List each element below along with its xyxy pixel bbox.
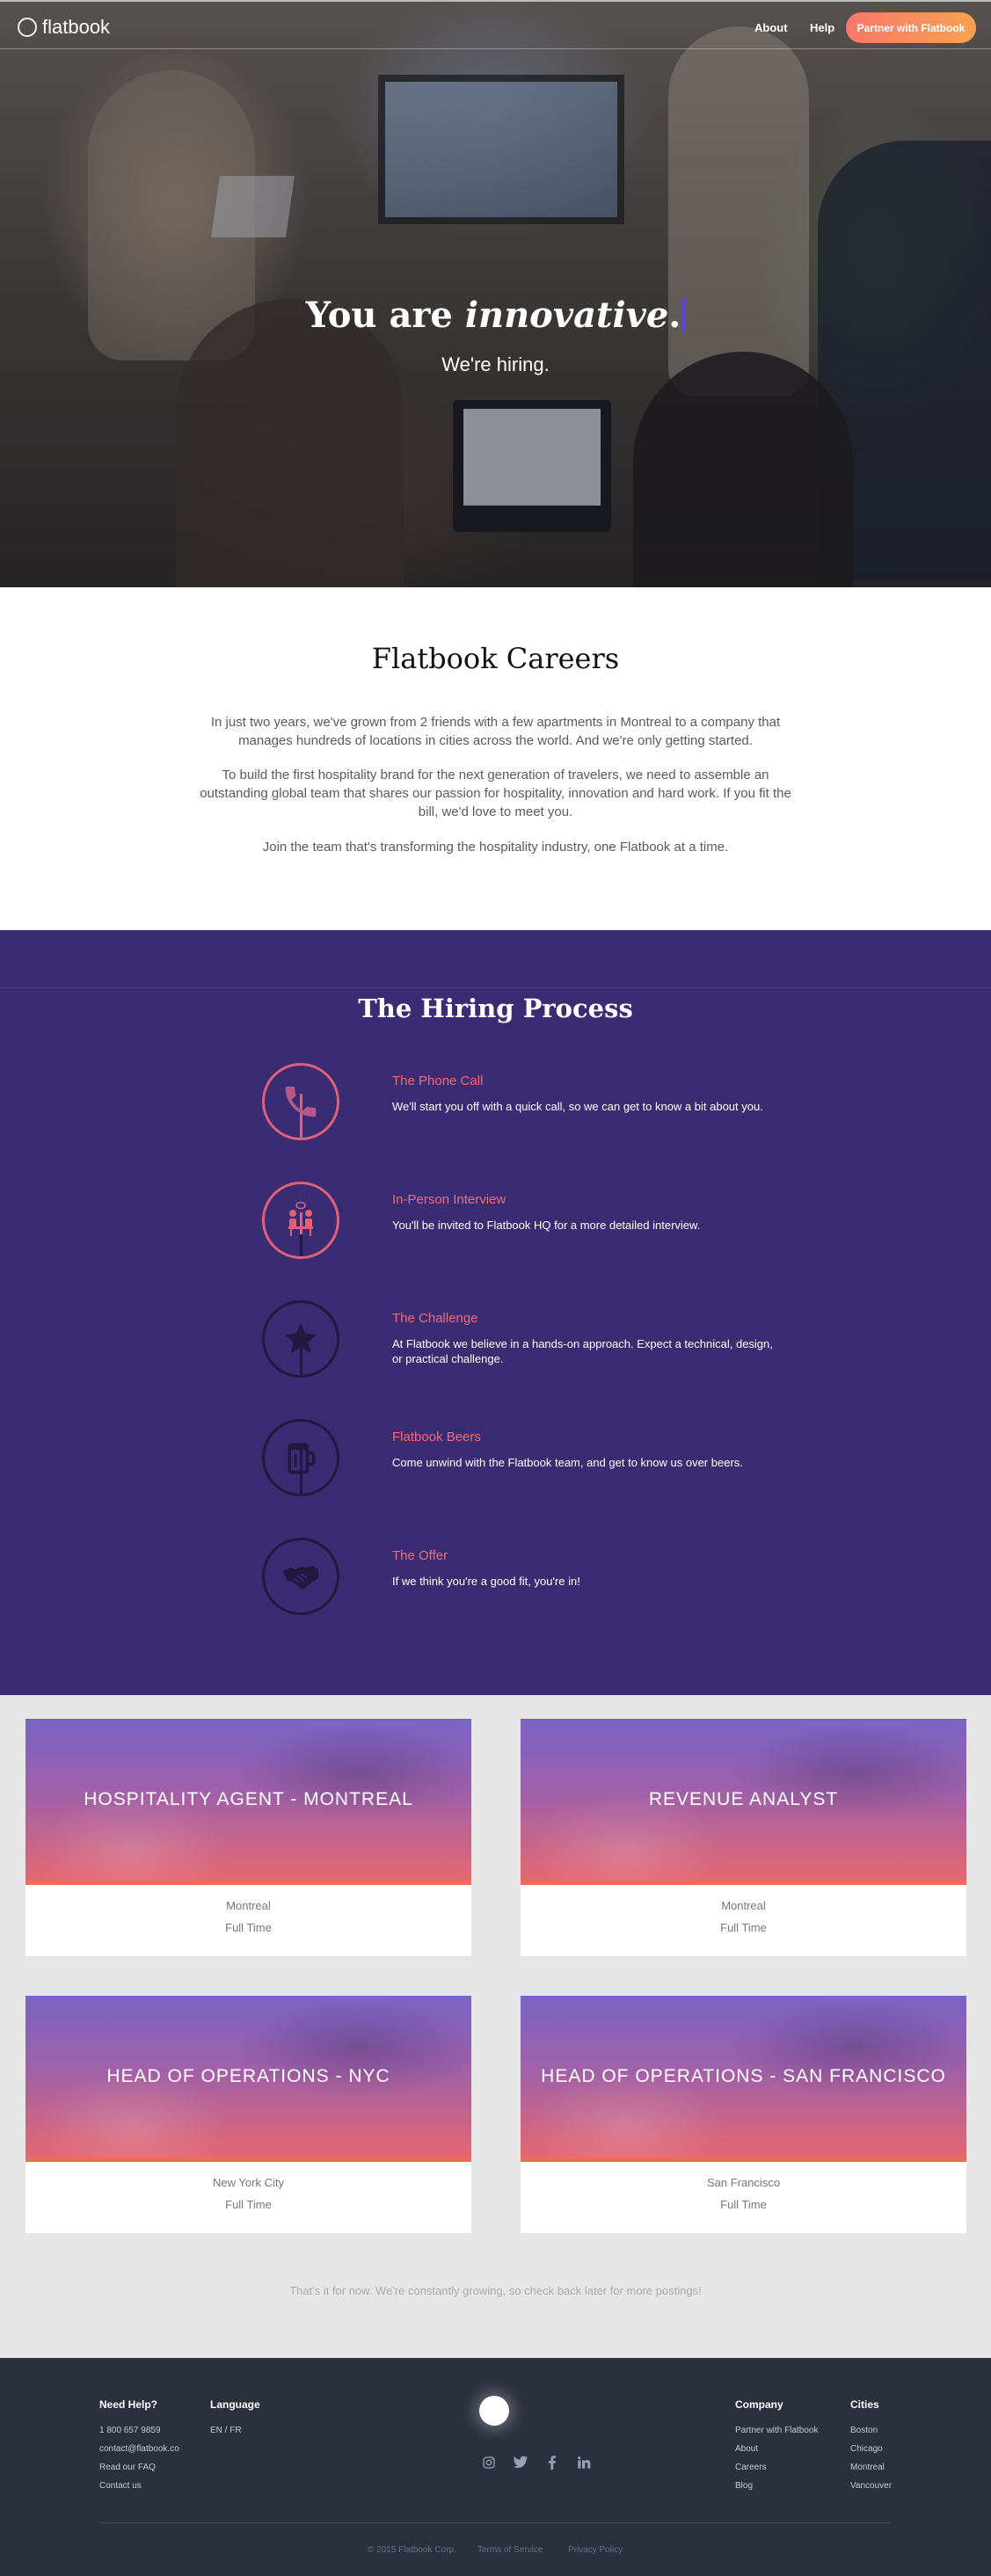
instagram-icon[interactable]	[481, 2455, 497, 2470]
interview-icon	[288, 1201, 313, 1236]
job-card[interactable]: REVENUE ANALYST Montreal Full Time	[521, 1719, 966, 1956]
partner-cta-button[interactable]: Partner with Flatbook	[846, 12, 976, 43]
star-icon	[284, 1322, 317, 1354]
logo-icon	[18, 18, 37, 37]
step-phone-circle	[262, 1063, 339, 1140]
job-type: Full Time	[225, 1921, 272, 1934]
nav-help-link[interactable]: Help	[810, 21, 834, 34]
footer-city-link[interactable]: Chicago	[850, 2444, 883, 2454]
hero-section: flatbook About Help Partner with Flatboo…	[0, 0, 991, 587]
footer-city-link[interactable]: Vancouver	[850, 2481, 892, 2491]
hero-title-prefix: You are	[305, 295, 465, 336]
step-description: We'll start you off with a quick call, s…	[392, 1100, 763, 1113]
footer-city-link[interactable]: Montreal	[850, 2463, 885, 2472]
step-title: The Challenge	[392, 1311, 478, 1326]
footer-about-link[interactable]: About	[735, 2444, 758, 2454]
hiring-title: The Hiring Process	[358, 993, 633, 1023]
step-title: The Phone Call	[392, 1073, 484, 1088]
hero-title-suffix: .	[668, 295, 681, 336]
step-beers-circle	[262, 1419, 339, 1496]
job-card[interactable]: HOSPITALITY AGENT - MONTREAL Montreal Fu…	[26, 1719, 471, 1956]
step-description: If we think you're a good fit, you're in…	[392, 1575, 580, 1588]
job-type: Full Time	[720, 2198, 767, 2211]
job-location: New York City	[213, 2176, 284, 2189]
copyright-text: © 2015 Flatbook Corp.	[368, 2545, 456, 2555]
nav-about-link[interactable]: About	[754, 21, 788, 34]
job-banner: HEAD OF OPERATIONS - SAN FRANCISCO	[521, 1996, 966, 2162]
footer-email-link[interactable]: contact@flatbook.co	[99, 2444, 179, 2454]
hero-overlay	[0, 0, 991, 587]
step-title: The Offer	[392, 1548, 448, 1563]
typing-cursor	[682, 297, 686, 332]
job-location: Montreal	[226, 1899, 271, 1912]
privacy-link[interactable]: Privacy Policy	[568, 2545, 623, 2555]
job-card[interactable]: HEAD OF OPERATIONS - SAN FRANCISCO San F…	[521, 1996, 966, 2233]
footer-help-heading: Need Help?	[99, 2398, 158, 2411]
job-postings-section: HOSPITALITY AGENT - MONTREAL Montreal Fu…	[0, 1695, 991, 2358]
hero-subtitle: We're hiring.	[441, 353, 550, 375]
hiring-process-section: The Hiring Process The Phone Call We'll …	[0, 930, 991, 1695]
job-title: HOSPITALITY AGENT - MONTREAL	[84, 1789, 413, 1809]
linkedin-icon[interactable]	[576, 2455, 592, 2470]
footer-phone-link[interactable]: 1 800 657 9859	[99, 2426, 161, 2435]
footer-company-heading: Company	[735, 2398, 783, 2411]
phone-icon	[285, 1086, 317, 1117]
footer-contact-link[interactable]: Contact us	[99, 2481, 142, 2491]
beer-mug-icon	[288, 1443, 316, 1474]
logo-text: flatbook	[42, 16, 111, 38]
footer-cities-heading: Cities	[850, 2398, 879, 2411]
job-banner: HOSPITALITY AGENT - MONTREAL	[26, 1719, 471, 1885]
social-links	[481, 2455, 592, 2470]
careers-paragraph: Join the team that's transforming the ho…	[262, 840, 729, 855]
job-banner: REVENUE ANALYST	[521, 1719, 966, 1885]
footer-language-heading: Language	[210, 2398, 260, 2411]
footer-partner-link[interactable]: Partner with Flatbook	[735, 2426, 819, 2435]
step-title: In-Person Interview	[392, 1192, 506, 1207]
footer-faq-link[interactable]: Read our FAQ	[99, 2463, 156, 2472]
facebook-icon[interactable]	[544, 2455, 560, 2470]
footer-divider	[99, 2522, 891, 2523]
language-switcher[interactable]: EN / FR	[210, 2426, 242, 2435]
careers-intro-section: Flatbook Careers In just two years, we'v…	[0, 587, 991, 930]
footer-logo[interactable]	[479, 2396, 509, 2426]
job-location: San Francisco	[706, 2176, 781, 2189]
site-footer: Need Help? 1 800 657 9859 contact@flatbo…	[0, 2358, 991, 2576]
careers-paragraph: In just two years, we've grown from 2 fr…	[210, 715, 781, 748]
job-card[interactable]: HEAD OF OPERATIONS - NYC New York City F…	[26, 1996, 471, 2233]
step-description: At Flatbook we believe in a hands-on app…	[392, 1337, 773, 1365]
footer-blog-link[interactable]: Blog	[735, 2481, 753, 2491]
careers-paragraph: To build the first hospitality brand for…	[200, 768, 791, 819]
handshake-icon	[283, 1566, 318, 1590]
step-description: Come unwind with the Flatbook team, and …	[392, 1456, 743, 1469]
job-type: Full Time	[720, 1921, 767, 1934]
postings-note: That's it for now. We're constantly grow…	[289, 2284, 702, 2297]
step-offer-circle	[262, 1538, 339, 1615]
job-title: HEAD OF OPERATIONS - NYC	[106, 2066, 390, 2086]
twitter-icon[interactable]	[513, 2455, 528, 2470]
section-divider	[0, 987, 991, 988]
step-title: Flatbook Beers	[392, 1430, 481, 1444]
logo-link[interactable]: flatbook	[18, 16, 110, 39]
terms-link[interactable]: Terms of Service	[477, 2545, 543, 2555]
careers-title: Flatbook Careers	[371, 642, 620, 675]
job-location: Montreal	[721, 1899, 766, 1912]
job-title: HEAD OF OPERATIONS - SAN FRANCISCO	[541, 2066, 946, 2086]
hero-title: You are innovative.	[0, 295, 991, 336]
step-interview-circle	[262, 1182, 339, 1259]
footer-city-link[interactable]: Boston	[850, 2426, 878, 2435]
footer-careers-link[interactable]: Careers	[735, 2463, 767, 2472]
job-banner: HEAD OF OPERATIONS - NYC	[26, 1996, 471, 2162]
job-title: REVENUE ANALYST	[648, 1789, 839, 1809]
step-challenge-circle	[262, 1300, 339, 1378]
top-nav: flatbook About Help Partner with Flatboo…	[0, 0, 991, 49]
hero-title-word: innovative	[464, 295, 669, 336]
step-description: You'll be invited to Flatbook HQ for a m…	[392, 1219, 701, 1232]
job-type: Full Time	[225, 2198, 272, 2211]
